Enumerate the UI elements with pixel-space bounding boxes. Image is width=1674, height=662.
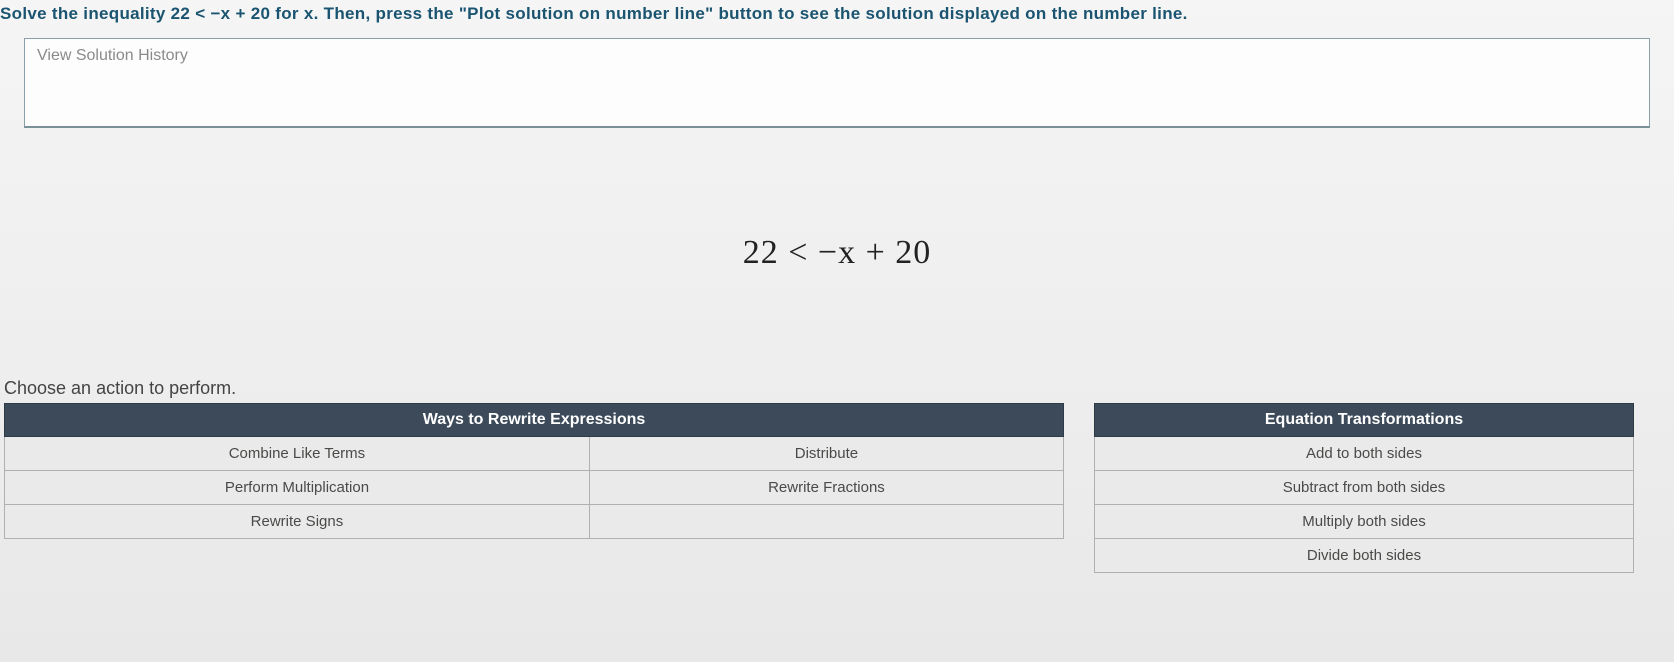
combine-like-terms-button[interactable]: Combine Like Terms (5, 437, 590, 471)
add-both-sides-button[interactable]: Add to both sides (1095, 437, 1634, 471)
rewrite-empty-cell (589, 505, 1063, 539)
instruction-pre: Solve the inequality (0, 4, 171, 23)
equation-transformations-table: Equation Transformations Add to both sid… (1094, 403, 1634, 573)
transform-header: Equation Transformations (1095, 404, 1634, 437)
distribute-button[interactable]: Distribute (589, 437, 1063, 471)
view-solution-history-label[interactable]: View Solution History (37, 47, 1637, 65)
subtract-both-sides-button[interactable]: Subtract from both sides (1095, 471, 1634, 505)
current-equation: 22 < −x + 20 (743, 234, 932, 272)
solution-history-box[interactable]: View Solution History (24, 38, 1650, 128)
instruction-mid: for (270, 4, 304, 23)
instruction-var: x (304, 4, 314, 23)
rewrite-expressions-table: Ways to Rewrite Expressions Combine Like… (4, 403, 1064, 539)
equation-area: 22 < −x + 20 (0, 128, 1674, 378)
rewrite-header: Ways to Rewrite Expressions (5, 404, 1064, 437)
perform-multiplication-button[interactable]: Perform Multiplication (5, 471, 590, 505)
instruction-text: Solve the inequality 22 < −x + 20 for x.… (0, 0, 1674, 32)
divide-both-sides-button[interactable]: Divide both sides (1095, 539, 1634, 573)
rewrite-fractions-button[interactable]: Rewrite Fractions (589, 471, 1063, 505)
action-tables-row: Ways to Rewrite Expressions Combine Like… (0, 403, 1674, 573)
action-prompt: Choose an action to perform. (4, 378, 1674, 399)
multiply-both-sides-button[interactable]: Multiply both sides (1095, 505, 1634, 539)
instruction-expr: 22 < −x + 20 (171, 4, 271, 23)
instruction-post: . Then, press the "Plot solution on numb… (314, 4, 1188, 23)
rewrite-signs-button[interactable]: Rewrite Signs (5, 505, 590, 539)
